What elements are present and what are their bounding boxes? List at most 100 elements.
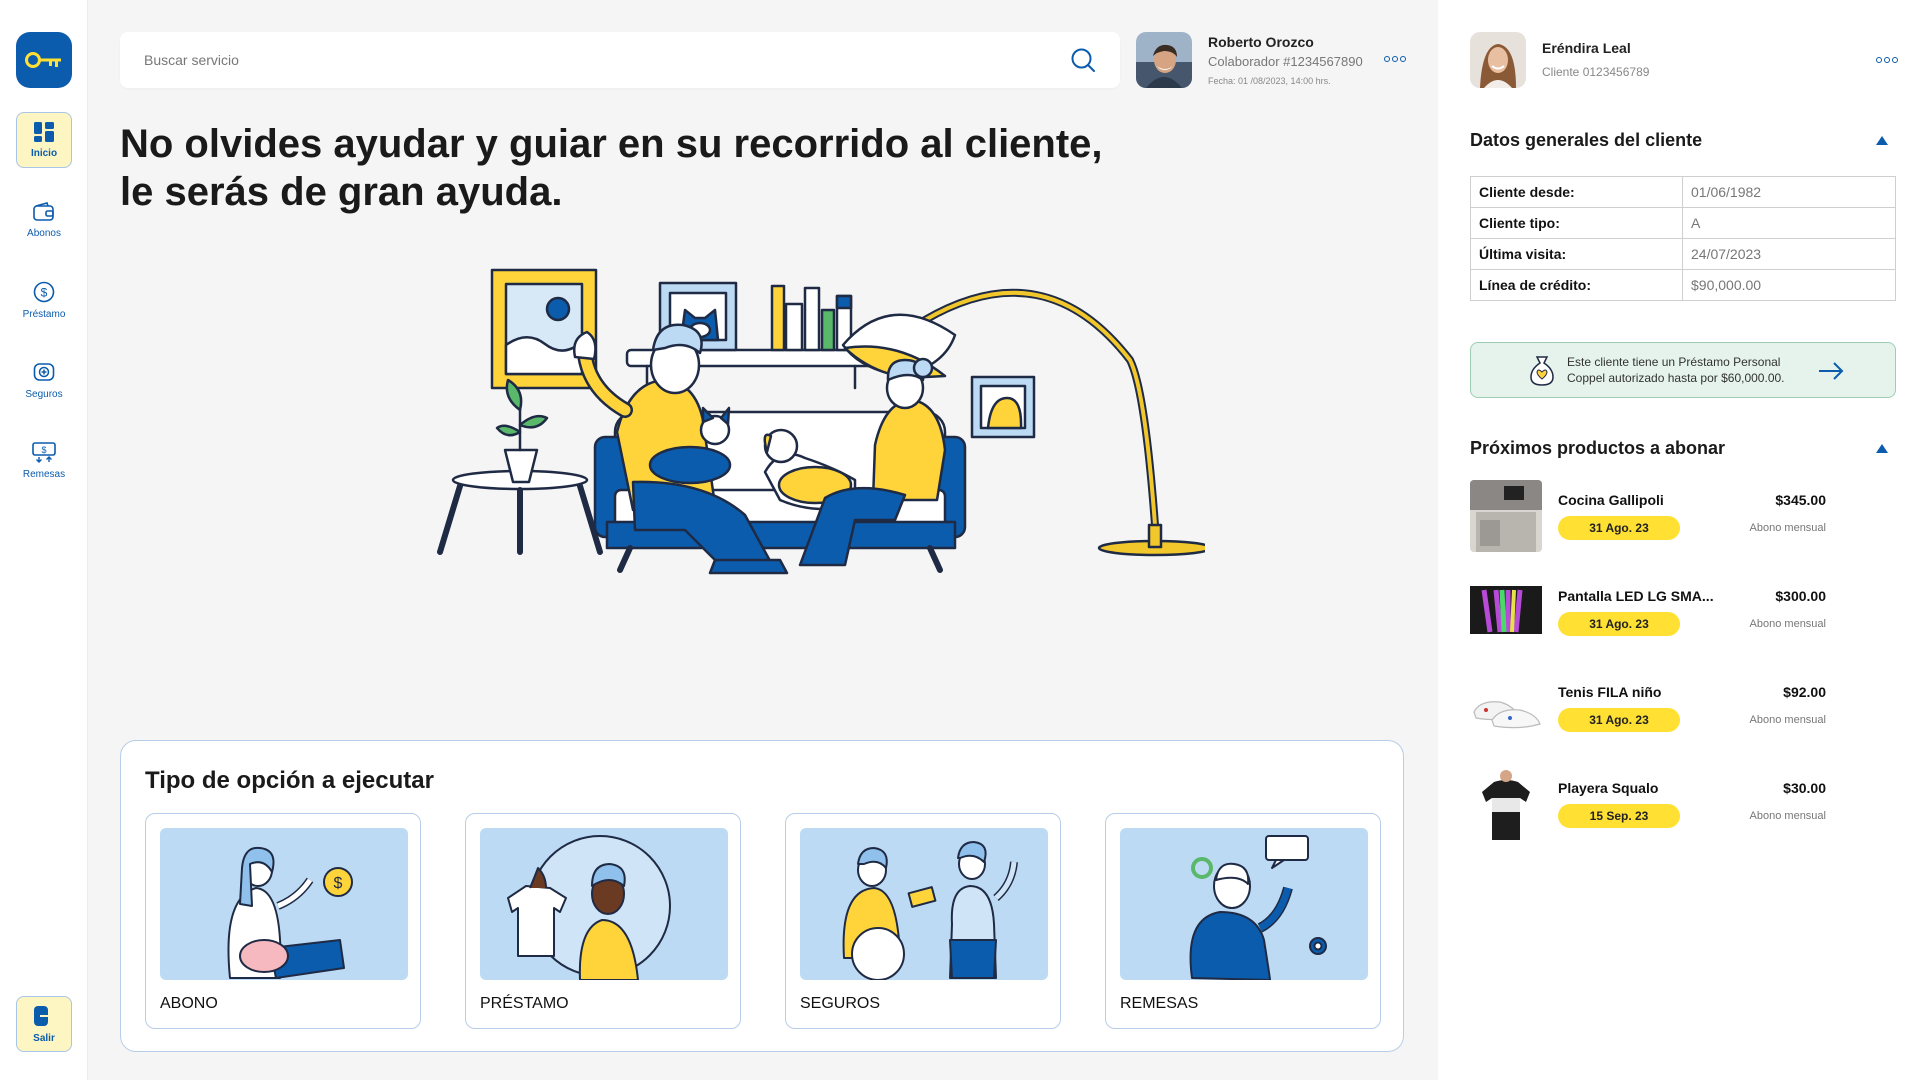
product-item[interactable]: Cocina Gallipoli 31 Ago. 23 $345.00 Abon… (1470, 480, 1910, 554)
sidebar-item-remesas[interactable]: $ Remesas (16, 432, 72, 488)
logout-button[interactable]: Salir (16, 996, 72, 1052)
sidebar-item-prestamo[interactable]: $ Préstamo (16, 272, 72, 328)
product-item[interactable]: Playera Squalo 15 Sep. 23 $30.00 Abono m… (1470, 768, 1910, 842)
client-more-options-icon[interactable] (1876, 57, 1898, 63)
product-price: $345.00 (1775, 492, 1826, 508)
product-due-date: 15 Sep. 23 (1558, 804, 1680, 828)
product-frequency: Abono mensual (1749, 522, 1826, 534)
collapse-general-icon[interactable] (1876, 136, 1888, 145)
page-title: No olvides ayudar y guiar en su recorrid… (120, 120, 1120, 216)
logo[interactable] (16, 32, 72, 88)
seguros-illustration (800, 828, 1048, 980)
product-frequency: Abono mensual (1749, 618, 1826, 630)
detail-value: A (1682, 207, 1896, 239)
detail-value: 24/07/2023 (1682, 238, 1896, 270)
option-card-prestamo[interactable]: PRÉSTAMO (465, 813, 741, 1029)
client-general-title: Datos generales del cliente (1470, 130, 1703, 150)
detail-key: Cliente tipo: (1470, 207, 1683, 239)
client-id: Cliente 0123456789 (1542, 65, 1650, 79)
shield-icon (33, 362, 55, 381)
svg-text:$: $ (334, 875, 343, 892)
search-bar (120, 32, 1120, 88)
more-options-icon[interactable] (1384, 56, 1406, 62)
product-image-tv (1470, 576, 1542, 648)
option-label: PRÉSTAMO (480, 995, 569, 1012)
table-row: Última visita: 24/07/2023 (1470, 238, 1896, 270)
product-frequency: Abono mensual (1749, 810, 1826, 822)
product-price: $92.00 (1783, 684, 1826, 700)
collaborator-date: Fecha: 01 /08/2023, 14:00 hrs. (1208, 76, 1331, 86)
collaborator-name: Roberto Orozco (1208, 34, 1314, 50)
loan-notice-text: Este cliente tiene un Préstamo Personal … (1567, 355, 1785, 385)
options-panel: Tipo de opción a ejecutar $ ABONO PRÉSTA… (120, 740, 1404, 1052)
product-name: Cocina Gallipoli (1558, 492, 1664, 508)
product-due-date: 31 Ago. 23 (1558, 708, 1680, 732)
detail-key: Línea de crédito: (1470, 269, 1683, 301)
living-room-illustration (437, 268, 1205, 575)
sidebar-item-label: Seguros (25, 388, 63, 400)
prestamo-illustration (480, 828, 728, 980)
option-card-remesas[interactable]: REMESAS (1105, 813, 1381, 1029)
sidebar-item-inicio[interactable]: Inicio (16, 112, 72, 168)
detail-key: Última visita: (1470, 238, 1683, 270)
sidebar: Inicio Abonos $ Préstamo Seguros $ Remes… (0, 0, 88, 1080)
product-frequency: Abono mensual (1749, 714, 1826, 726)
product-due-date: 31 Ago. 23 (1558, 516, 1680, 540)
client-name: Eréndira Leal (1542, 40, 1631, 56)
collaborator-card: Roberto Orozco Colaborador #1234567890 F… (1136, 32, 1436, 92)
option-card-abono[interactable]: $ ABONO (145, 813, 421, 1029)
svg-text:$: $ (41, 285, 48, 299)
products-title: Próximos productos a abonar (1470, 438, 1726, 458)
option-label: ABONO (160, 995, 218, 1012)
option-card-seguros[interactable]: SEGUROS (785, 813, 1061, 1029)
sidebar-item-label: Abonos (27, 227, 61, 239)
client-avatar (1470, 32, 1526, 88)
app-root: Inicio Abonos $ Préstamo Seguros $ Remes… (0, 0, 1920, 1080)
sidebar-item-label: Préstamo (22, 308, 66, 320)
collaborator-id: Colaborador #1234567890 (1208, 54, 1363, 69)
search-icon[interactable] (1070, 47, 1096, 73)
page-title-line-2: le serás de gran ayuda. (120, 170, 563, 214)
logout-icon (34, 1005, 55, 1026)
table-row: Cliente tipo: A (1470, 207, 1896, 239)
arrow-right-icon (1819, 362, 1844, 380)
product-image-kitchen (1470, 480, 1542, 552)
product-name: Playera Squalo (1558, 780, 1659, 796)
sidebar-item-seguros[interactable]: Seguros (16, 352, 72, 408)
detail-value: 01/06/1982 (1682, 176, 1896, 208)
option-label: REMESAS (1120, 995, 1199, 1012)
money-bag-icon (1530, 356, 1554, 386)
remesas-illustration (1120, 828, 1368, 980)
sidebar-item-abonos[interactable]: Abonos (16, 192, 72, 248)
search-input[interactable] (144, 52, 1070, 68)
table-row: Línea de crédito: $90,000.00 (1470, 269, 1896, 301)
sidebar-item-label: Inicio (30, 147, 58, 159)
sidebar-item-label: Remesas (22, 468, 66, 480)
money-transfer-icon: $ (32, 441, 56, 463)
product-price: $30.00 (1783, 780, 1826, 796)
option-label: SEGUROS (800, 995, 881, 1012)
product-price: $300.00 (1775, 588, 1826, 604)
client-details-table: Cliente desde: 01/06/1982 Cliente tipo: … (1470, 176, 1896, 301)
product-item[interactable]: Pantalla LED LG SMA... 31 Ago. 23 $300.0… (1470, 576, 1910, 650)
product-image-shirt (1470, 768, 1542, 840)
dashboard-icon (34, 121, 54, 142)
page-title-line-1: No olvides ayudar y guiar en su recorrid… (120, 122, 1103, 166)
loan-notice-banner[interactable]: Este cliente tiene un Préstamo Personal … (1470, 342, 1896, 398)
product-due-date: 31 Ago. 23 (1558, 612, 1680, 636)
client-panel: Eréndira Leal Cliente 0123456789 Datos g… (1438, 0, 1920, 1080)
abono-illustration: $ (160, 828, 408, 980)
dollar-circle-icon: $ (33, 281, 55, 302)
collaborator-avatar (1136, 32, 1192, 88)
wallet-icon (33, 201, 54, 221)
product-item[interactable]: Tenis FILA niño 31 Ago. 23 $92.00 Abono … (1470, 672, 1910, 746)
table-row: Cliente desde: 01/06/1982 (1470, 176, 1896, 208)
svg-text:$: $ (41, 445, 46, 455)
collapse-products-icon[interactable] (1876, 444, 1888, 453)
options-title: Tipo de opción a ejecutar (145, 767, 434, 794)
logout-label: Salir (33, 1032, 55, 1044)
detail-key: Cliente desde: (1470, 176, 1683, 208)
detail-value: $90,000.00 (1682, 269, 1896, 301)
key-icon (25, 52, 61, 68)
product-name: Pantalla LED LG SMA... (1558, 588, 1714, 604)
